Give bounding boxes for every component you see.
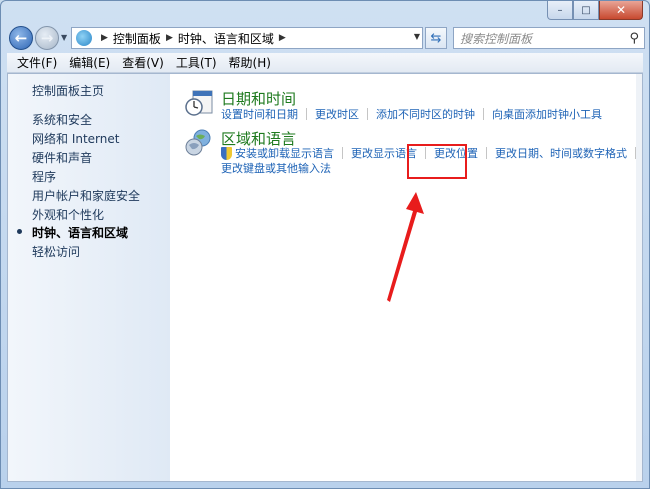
forward-button[interactable]: → bbox=[35, 26, 59, 50]
annotation-highlight-box bbox=[407, 144, 467, 179]
link-set-time-date[interactable]: 设置时间和日期 bbox=[221, 106, 298, 122]
breadcrumb-control-panel[interactable]: 控制面板 bbox=[113, 30, 161, 47]
navigation-bar: ← → ▼ ▶ 控制面板 ▶ 时钟、语言和区域 ▶ ▼ ⇆ 搜索控制面板 ⚲ bbox=[7, 25, 645, 51]
uac-shield-icon bbox=[221, 146, 232, 160]
search-box[interactable]: 搜索控制面板 ⚲ bbox=[453, 27, 645, 49]
menu-bar: 文件(F) 编辑(E) 查看(V) 工具(T) 帮助(H) bbox=[7, 53, 643, 73]
recent-pages-dropdown[interactable]: ▼ bbox=[61, 33, 67, 42]
breadcrumb-clock-language-region[interactable]: 时钟、语言和区域 bbox=[178, 30, 274, 47]
date-time-links: 设置时间和日期 更改时区 添加不同时区的时钟 向桌面添加时钟小工具 bbox=[221, 106, 602, 122]
content-area: 控制面板主页 系统和安全 网络和 Internet 硬件和声音 程序 用户帐户和… bbox=[7, 73, 643, 482]
menu-edit[interactable]: 编辑(E) bbox=[63, 54, 116, 71]
arrow-right-icon: → bbox=[40, 29, 54, 47]
sidebar-item-home[interactable]: 控制面板主页 bbox=[32, 82, 104, 99]
sidebar-item-ease-of-access[interactable]: 轻松访问 bbox=[32, 243, 80, 260]
menu-view[interactable]: 查看(V) bbox=[116, 54, 170, 71]
chevron-right-icon[interactable]: ▶ bbox=[101, 33, 108, 43]
search-input[interactable]: 搜索控制面板 bbox=[460, 30, 532, 47]
sidebar-item-hardware-sound[interactable]: 硬件和声音 bbox=[32, 149, 92, 166]
region-language-links-row2: 更改键盘或其他输入法 bbox=[221, 160, 331, 176]
current-item-bullet bbox=[17, 229, 22, 234]
vertical-scrollbar[interactable] bbox=[636, 74, 642, 481]
link-separator bbox=[367, 108, 368, 120]
caption-buttons: – □ ✕ bbox=[547, 1, 643, 20]
control-panel-icon bbox=[76, 30, 92, 46]
chevron-right-icon[interactable]: ▶ bbox=[279, 33, 286, 43]
sidebar-item-appearance[interactable]: 外观和个性化 bbox=[32, 206, 104, 223]
control-panel-window: – □ ✕ ← → ▼ ▶ 控制面板 ▶ 时钟、语言和区域 ▶ ▼ ⇆ 搜索控制… bbox=[0, 0, 650, 489]
menu-help[interactable]: 帮助(H) bbox=[223, 54, 277, 71]
refresh-button[interactable]: ⇆ bbox=[425, 27, 447, 49]
sidebar-item-user-accounts[interactable]: 用户帐户和家庭安全 bbox=[32, 187, 140, 204]
sidebar-item-system-security[interactable]: 系统和安全 bbox=[32, 111, 92, 128]
arrow-left-icon: ← bbox=[14, 29, 28, 47]
sidebar: 控制面板主页 系统和安全 网络和 Internet 硬件和声音 程序 用户帐户和… bbox=[8, 74, 170, 481]
address-dropdown-icon[interactable]: ▼ bbox=[414, 32, 420, 41]
annotation-arrow-icon bbox=[387, 192, 424, 302]
refresh-icon: ⇆ bbox=[430, 30, 442, 46]
link-separator bbox=[483, 108, 484, 120]
chevron-right-icon[interactable]: ▶ bbox=[166, 33, 173, 43]
menu-tools[interactable]: 工具(T) bbox=[170, 54, 223, 71]
address-bar[interactable]: ▶ 控制面板 ▶ 时钟、语言和区域 ▶ ▼ bbox=[71, 27, 423, 49]
link-separator bbox=[342, 147, 343, 159]
back-button[interactable]: ← bbox=[9, 26, 33, 50]
minimize-button[interactable]: – bbox=[547, 1, 573, 20]
sidebar-item-clock-language-region[interactable]: 时钟、语言和区域 bbox=[32, 224, 128, 241]
date-time-icon[interactable] bbox=[184, 88, 214, 118]
link-change-timezone[interactable]: 更改时区 bbox=[315, 106, 359, 122]
link-change-date-time-number-format[interactable]: 更改日期、时间或数字格式 bbox=[495, 145, 627, 161]
main-panel: 日期和时间 设置时间和日期 更改时区 添加不同时区的时钟 向桌面添加时钟小工具 … bbox=[170, 74, 642, 481]
link-change-keyboard-input[interactable]: 更改键盘或其他输入法 bbox=[221, 160, 331, 176]
link-add-clocks[interactable]: 添加不同时区的时钟 bbox=[376, 106, 475, 122]
search-icon[interactable]: ⚲ bbox=[629, 31, 639, 46]
sidebar-item-programs[interactable]: 程序 bbox=[32, 168, 56, 185]
maximize-button[interactable]: □ bbox=[573, 1, 599, 20]
sidebar-item-network[interactable]: 网络和 Internet bbox=[32, 130, 119, 147]
region-language-icon[interactable] bbox=[184, 128, 214, 158]
link-add-clock-gadget[interactable]: 向桌面添加时钟小工具 bbox=[492, 106, 602, 122]
close-button[interactable]: ✕ bbox=[599, 1, 643, 20]
link-install-display-language[interactable]: 安装或卸载显示语言 bbox=[235, 145, 334, 161]
link-separator bbox=[486, 147, 487, 159]
link-separator bbox=[306, 108, 307, 120]
menu-file[interactable]: 文件(F) bbox=[11, 54, 63, 71]
